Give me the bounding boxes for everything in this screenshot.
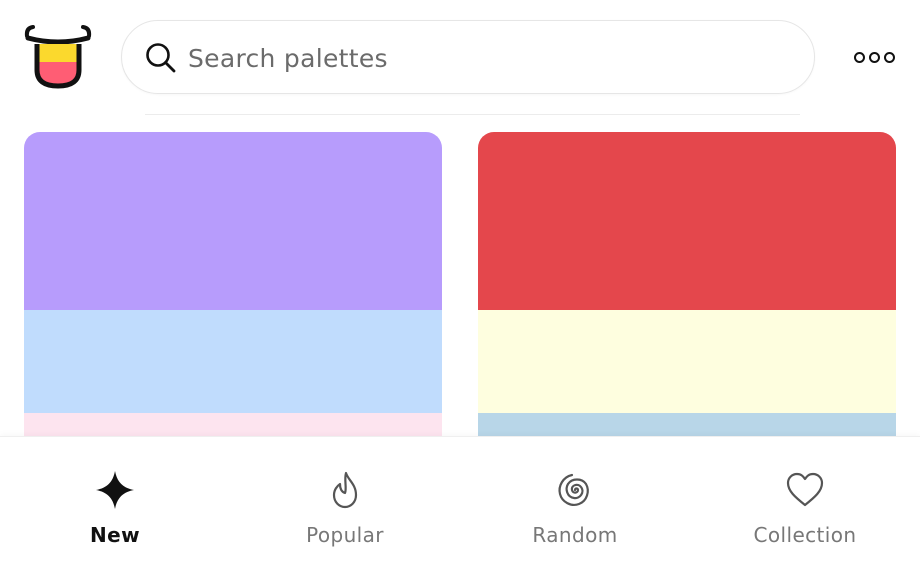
nav-item-random[interactable]: Random <box>460 437 690 576</box>
heart-icon <box>785 470 825 510</box>
palette-color-swatch[interactable] <box>478 310 896 413</box>
search-divider <box>145 114 800 115</box>
nav-label-popular: Popular <box>306 523 384 547</box>
palette-card[interactable] <box>24 132 442 436</box>
more-dots-icon <box>883 51 895 63</box>
more-dots-icon <box>853 51 865 63</box>
more-dots-icon <box>868 51 880 63</box>
more-options-button[interactable] <box>846 44 902 70</box>
spiral-icon <box>555 470 595 510</box>
app-logo[interactable] <box>24 22 92 92</box>
palette-color-swatch[interactable] <box>478 132 896 310</box>
bottom-nav: New Popular Random Collection <box>0 436 920 576</box>
nav-item-new[interactable]: New <box>0 437 230 576</box>
sparkle-icon <box>95 470 135 510</box>
palette-color-swatch[interactable] <box>24 132 442 310</box>
search-bar[interactable] <box>121 20 815 94</box>
nav-label-collection: Collection <box>753 523 857 547</box>
tongue-face-logo <box>24 25 92 89</box>
nav-item-collection[interactable]: Collection <box>690 437 920 576</box>
palette-color-swatch[interactable] <box>24 310 442 413</box>
search-icon <box>144 41 178 75</box>
search-input[interactable] <box>188 39 788 77</box>
palette-color-swatch[interactable] <box>478 413 896 436</box>
nav-item-popular[interactable]: Popular <box>230 437 460 576</box>
flame-icon <box>325 470 365 510</box>
palette-color-swatch[interactable] <box>24 413 442 436</box>
app-page: New Popular Random C <box>0 0 920 576</box>
palette-card[interactable] <box>478 132 896 436</box>
nav-label-random: Random <box>532 523 618 547</box>
nav-label-new: New <box>90 523 140 547</box>
